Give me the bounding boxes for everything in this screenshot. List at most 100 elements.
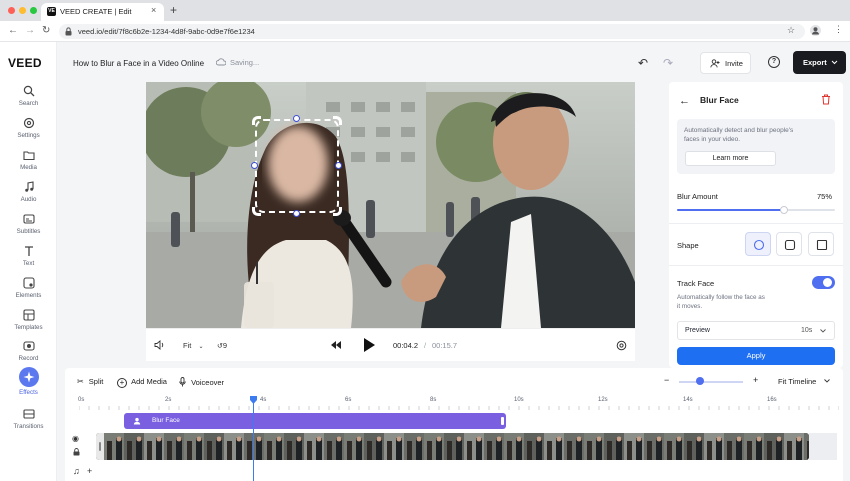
apply-button[interactable]: Apply bbox=[677, 347, 835, 365]
minimize-window-button[interactable] bbox=[19, 7, 26, 14]
video-thumbnail bbox=[304, 433, 324, 460]
music-note-icon[interactable]: ♫ bbox=[73, 466, 80, 476]
resize-handle[interactable] bbox=[293, 115, 300, 122]
video-thumbnail bbox=[364, 433, 384, 460]
back-arrow-icon[interactable]: ← bbox=[679, 95, 690, 107]
sidebar-item-effects[interactable]: Effects bbox=[0, 367, 57, 401]
playhead-handle[interactable] bbox=[250, 396, 257, 404]
sidebar-item-transitions[interactable]: Transitions bbox=[0, 408, 57, 438]
clip-trim-handle[interactable] bbox=[501, 417, 504, 425]
lock-icon[interactable] bbox=[73, 448, 80, 456]
project-title[interactable]: How to Blur a Face in a Video Online bbox=[73, 59, 204, 68]
editor-header: How to Blur a Face in a Video Online Sav… bbox=[57, 42, 850, 82]
add-media-button[interactable]: + Add Media bbox=[117, 377, 167, 388]
play-icon[interactable] bbox=[364, 338, 375, 352]
preview-dropdown[interactable]: Preview 10s bbox=[677, 321, 835, 340]
ruler-tick-label: 16s bbox=[767, 397, 777, 403]
zoom-slider[interactable] bbox=[679, 381, 743, 383]
sidebar-item-record[interactable]: Record bbox=[0, 340, 57, 370]
video-clip[interactable] bbox=[96, 433, 809, 460]
sidebar-item-label: Settings bbox=[17, 132, 40, 139]
fit-dropdown[interactable]: Fit ⌄ bbox=[183, 341, 203, 350]
blur-amount-value: 75% bbox=[817, 192, 833, 201]
selection-corner-handle[interactable] bbox=[252, 207, 261, 216]
shape-rounded-square-button[interactable] bbox=[776, 232, 802, 256]
export-button[interactable]: Export bbox=[793, 51, 846, 74]
gear-icon bbox=[23, 117, 34, 129]
sidebar-item-templates[interactable]: Templates bbox=[0, 309, 57, 339]
clip-trim-handle[interactable] bbox=[96, 433, 104, 460]
trash-icon[interactable] bbox=[821, 94, 831, 105]
preview-label: Preview bbox=[685, 327, 710, 334]
sidebar-item-search[interactable]: Search bbox=[0, 85, 57, 115]
zoom-out-button[interactable]: − bbox=[664, 375, 669, 385]
zoom-in-button[interactable]: + bbox=[753, 375, 758, 385]
divider bbox=[669, 265, 843, 266]
video-thumbnail bbox=[224, 433, 244, 460]
resize-handle[interactable] bbox=[293, 210, 300, 217]
url-field[interactable]: veed.io/edit/7f8c6b2e-1234-4d8f-9abc-0d9… bbox=[59, 24, 805, 39]
back-arrow-icon[interactable]: ← bbox=[8, 25, 18, 36]
slider-thumb[interactable] bbox=[780, 206, 789, 214]
blur-face-clip[interactable]: Blur Face bbox=[124, 413, 506, 429]
video-thumbnail bbox=[524, 433, 544, 460]
new-tab-icon[interactable]: + bbox=[170, 3, 177, 17]
record-icon bbox=[22, 341, 35, 351]
face-icon bbox=[133, 417, 141, 425]
video-thumbnail bbox=[704, 433, 724, 460]
sidebar-item-media[interactable]: Media bbox=[0, 149, 57, 179]
sidebar-item-subtitles[interactable]: Subtitles bbox=[0, 213, 57, 243]
maximize-window-button[interactable] bbox=[30, 7, 37, 14]
video-thumbnail bbox=[344, 433, 364, 460]
browser-menu-icon[interactable]: ⋮ bbox=[834, 24, 843, 35]
lock-icon bbox=[65, 27, 72, 36]
zoom-slider-thumb[interactable] bbox=[696, 377, 704, 385]
resize-handle[interactable] bbox=[335, 162, 342, 169]
blur-face-panel: ← Blur Face Automatically detect and blu… bbox=[669, 82, 843, 368]
sidebar-item-text[interactable]: Text bbox=[0, 245, 57, 275]
shape-square-button[interactable] bbox=[808, 232, 834, 256]
voiceover-button[interactable]: Voiceover bbox=[179, 377, 224, 387]
veed-favicon-icon: VE bbox=[47, 7, 56, 16]
browser-tab[interactable]: VE VEED CREATE | Edit × bbox=[41, 3, 164, 21]
preview-value: 10s bbox=[801, 327, 813, 334]
add-audio-track-button[interactable]: + bbox=[87, 466, 92, 476]
invite-button[interactable]: Invite bbox=[700, 52, 751, 74]
learn-more-button[interactable]: Learn more bbox=[685, 151, 776, 166]
face-selection-box[interactable] bbox=[255, 119, 339, 213]
panel-title: Blur Face bbox=[700, 95, 739, 105]
total-time: 00:15.7 bbox=[432, 341, 458, 350]
undo-icon[interactable]: ↶ bbox=[638, 56, 648, 70]
help-icon[interactable]: ? bbox=[768, 56, 780, 68]
info-box: Automatically detect and blur people's f… bbox=[677, 119, 835, 174]
volume-icon[interactable] bbox=[154, 340, 165, 350]
close-window-button[interactable] bbox=[8, 7, 15, 14]
sidebar-item-audio[interactable]: Audio bbox=[0, 181, 57, 211]
blur-amount-slider[interactable] bbox=[677, 206, 835, 214]
playback-speed[interactable]: ↺9 bbox=[217, 341, 227, 350]
settings-gear-icon[interactable] bbox=[616, 340, 627, 351]
circle-icon bbox=[753, 239, 765, 251]
fit-timeline-dropdown[interactable]: Fit Timeline bbox=[778, 377, 831, 386]
blur-clip-label: Blur Face bbox=[152, 417, 180, 424]
shape-circle-button[interactable] bbox=[745, 232, 771, 256]
selection-corner-handle[interactable] bbox=[252, 116, 261, 125]
square-icon bbox=[816, 239, 828, 251]
player-controls: Fit ⌄ ↺9 00:04.2 / 00:15.7 bbox=[146, 328, 635, 361]
resize-handle[interactable] bbox=[251, 162, 258, 169]
video-thumbnail bbox=[784, 433, 804, 460]
redo-icon[interactable]: ↷ bbox=[663, 56, 673, 70]
sidebar-item-settings[interactable]: Settings bbox=[0, 117, 57, 147]
forward-arrow-icon[interactable]: → bbox=[25, 25, 35, 36]
bookmark-star-icon[interactable]: ☆ bbox=[787, 25, 795, 36]
reload-icon[interactable]: ↻ bbox=[42, 25, 50, 36]
selection-corner-handle[interactable] bbox=[333, 116, 342, 125]
track-face-toggle[interactable] bbox=[812, 276, 835, 289]
tab-close-icon[interactable]: × bbox=[151, 5, 156, 15]
split-button[interactable]: ✂ Split bbox=[77, 377, 103, 386]
rewind-icon[interactable] bbox=[331, 341, 341, 349]
video-canvas[interactable] bbox=[146, 82, 635, 328]
sidebar-item-elements[interactable]: Elements bbox=[0, 277, 57, 307]
profile-icon[interactable] bbox=[810, 25, 821, 36]
eye-icon[interactable]: ◉ bbox=[72, 434, 79, 443]
